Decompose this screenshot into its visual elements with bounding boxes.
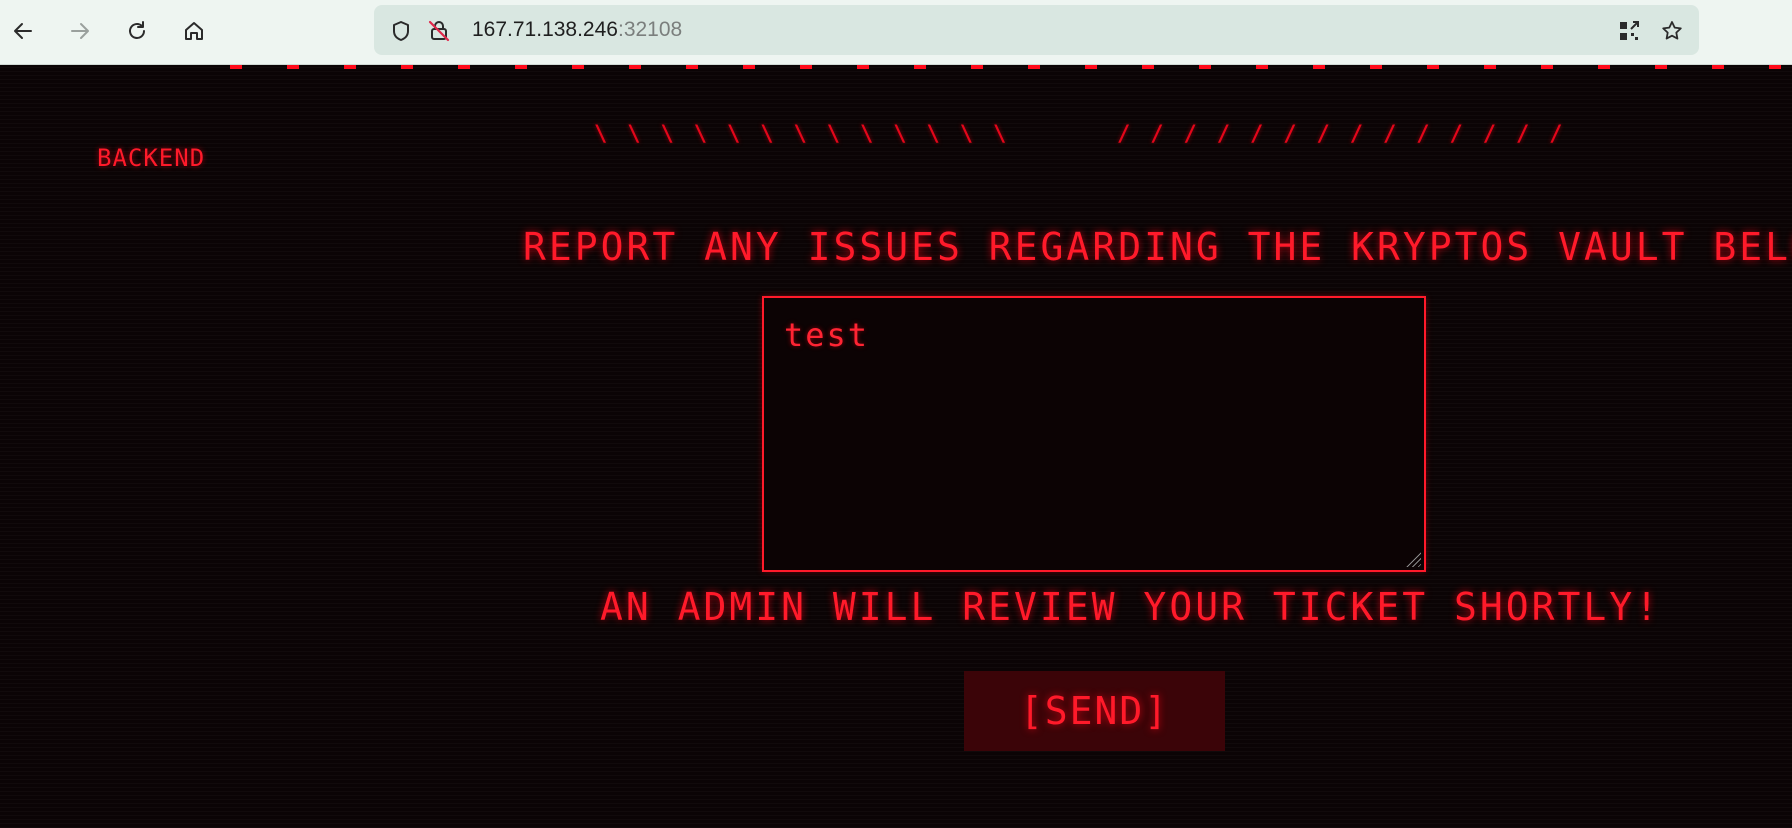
- back-arrow-icon[interactable]: [6, 14, 40, 48]
- url-host: 167.71.138.246: [472, 18, 618, 41]
- browser-toolbar: 167.71.138.246:32108: [0, 0, 1792, 65]
- star-icon[interactable]: [1659, 18, 1685, 44]
- slash-decoration: //////////////: [1117, 122, 1583, 147]
- send-button[interactable]: [SEND]: [964, 671, 1225, 751]
- top-dash-decoration: [230, 65, 1792, 69]
- shield-icon[interactable]: [388, 18, 414, 44]
- insecure-lock-icon[interactable]: [426, 18, 452, 44]
- home-icon[interactable]: [177, 14, 211, 48]
- backend-link[interactable]: BACKEND: [97, 144, 205, 172]
- url-text[interactable]: 167.71.138.246:32108: [472, 19, 682, 41]
- ticket-text: test: [784, 316, 870, 354]
- review-notice: AN ADMIN WILL REVIEW YOUR TICKET SHORTLY…: [600, 585, 1661, 629]
- ticket-textarea[interactable]: test: [762, 296, 1426, 572]
- page-content: \\\\\\\\\\\\\ ////////////// BACKEND REP…: [0, 65, 1792, 828]
- qr-code-icon[interactable]: [1616, 18, 1642, 44]
- address-bar[interactable]: 167.71.138.246:32108: [374, 5, 1699, 55]
- url-port: :32108: [617, 18, 683, 41]
- backslash-decoration: \\\\\\\\\\\\\: [594, 122, 1027, 147]
- page-heading: REPORT ANY ISSUES REGARDING THE KRYPTOS …: [523, 225, 1792, 269]
- reload-icon[interactable]: [120, 14, 154, 48]
- resize-handle-icon[interactable]: [1403, 549, 1421, 567]
- forward-arrow-icon[interactable]: [63, 14, 97, 48]
